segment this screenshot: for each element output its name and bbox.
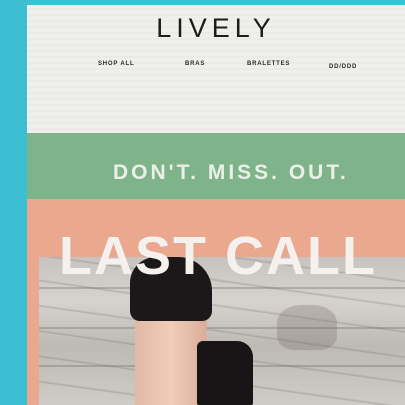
hero-tagline: DON'T. MISS. OUT. [113,161,349,184]
email-header: LIVELY SHOP ALL BRAS BRALETTES DD/DDD [27,5,405,133]
nav-item-dd-ddd[interactable]: DD/DDD [329,64,357,70]
nav-item-shop-all[interactable]: SHOP ALL [98,61,134,67]
email-body: LIVELY SHOP ALL BRAS BRALETTES DD/DDD DO… [27,5,405,405]
brand-logo[interactable]: LIVELY [27,13,405,44]
photo-shadow [277,305,337,350]
hero-headline[interactable]: LAST CALL [59,225,405,287]
nav-item-bralettes[interactable]: BRALETTES [247,61,290,67]
wall-texture-line [39,327,405,329]
nav-item-bras[interactable]: BRAS [185,61,205,67]
wall-texture-line [39,287,405,289]
top-nav: SHOP ALL BRAS BRALETTES DD/DDD [27,61,405,75]
photo-shoe-heel [197,341,253,405]
